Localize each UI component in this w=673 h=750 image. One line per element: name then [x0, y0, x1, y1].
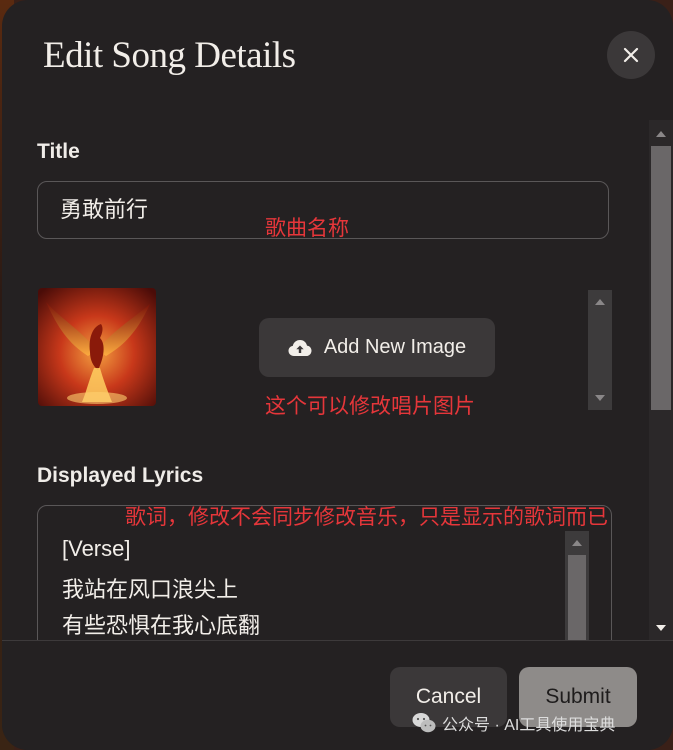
close-icon: [623, 47, 639, 63]
watermark-text: 公众号 · AI工具使用宝典: [442, 717, 616, 734]
lyrics-line: [Verse]: [62, 536, 131, 561]
title-label: Title: [37, 140, 80, 163]
edit-song-dialog: Edit Song Details Title 勇敢前行 歌曲名称 Add Ne…: [2, 0, 673, 750]
scroll-up-arrow-icon: [595, 299, 605, 305]
scroll-down-arrow-icon: [595, 395, 605, 401]
lyrics-scrollbar[interactable]: [565, 531, 589, 640]
dialog-title: Edit Song Details: [43, 35, 296, 76]
image-section-scrollbar[interactable]: [588, 290, 612, 410]
watermark: 公众号 · AI工具使用宝典: [412, 710, 615, 736]
dialog-scrollbar-thumb[interactable]: [651, 146, 671, 410]
scroll-up-arrow-icon: [656, 131, 666, 137]
image-annotation: 这个可以修改唱片图片: [265, 395, 475, 418]
scroll-up-arrow-icon: [572, 540, 582, 546]
wechat-icon: [412, 713, 436, 733]
scroll-down-arrow-icon: [656, 625, 666, 631]
album-cover-image: [38, 288, 156, 406]
dialog-scrollbar[interactable]: [649, 120, 673, 640]
cloud-upload-icon: [288, 339, 312, 356]
add-new-image-button[interactable]: Add New Image: [259, 318, 495, 377]
lyrics-line: 我站在风口浪尖上: [62, 577, 239, 602]
lyrics-scrollbar-thumb[interactable]: [568, 555, 586, 640]
form-scroll-area[interactable]: Title 勇敢前行 歌曲名称 Add New Image 这个可以修改唱片图片…: [2, 120, 650, 640]
close-button[interactable]: [607, 31, 655, 79]
lyrics-label: Displayed Lyrics: [37, 464, 204, 487]
title-annotation: 歌曲名称: [265, 217, 349, 240]
lyrics-annotation: 歌词，修改不会同步修改音乐，只是显示的歌词而已: [125, 506, 608, 529]
add-new-image-label: Add New Image: [323, 336, 467, 358]
lyrics-line: 有些恐惧在我心底翻: [62, 613, 261, 638]
